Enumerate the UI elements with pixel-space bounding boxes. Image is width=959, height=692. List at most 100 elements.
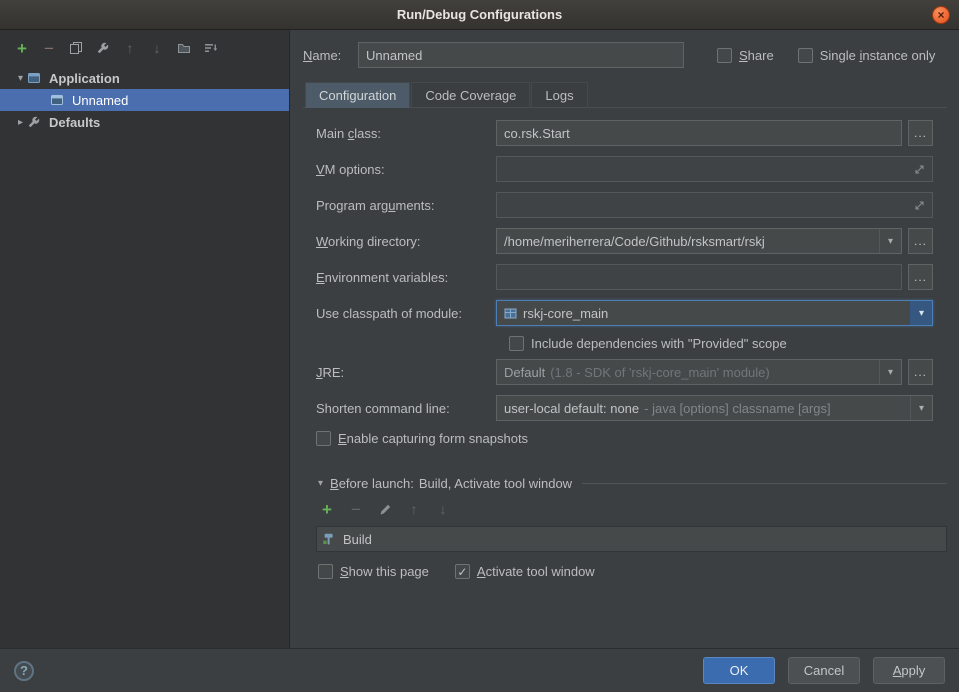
ellipsis-icon: ...: [914, 270, 927, 284]
configurations-toolbar: + − ↑ ↓: [0, 30, 289, 64]
single-instance-checkbox[interactable]: Single instance only: [798, 48, 936, 63]
application-icon: [27, 71, 43, 85]
copy-icon: [69, 41, 83, 55]
name-input[interactable]: Unnamed: [358, 42, 684, 68]
main-class-label: Main class:: [316, 126, 496, 141]
sort-configurations-button[interactable]: [202, 39, 220, 57]
application-icon: [50, 93, 66, 107]
dropdown-arrow-icon[interactable]: ▾: [910, 301, 932, 325]
main-class-input[interactable]: co.rsk.Start: [496, 120, 902, 146]
task-item-build[interactable]: Build: [317, 527, 946, 551]
before-launch-title: Before launch:: [330, 476, 414, 491]
environment-variables-input[interactable]: [496, 264, 902, 290]
separator-line: [582, 483, 947, 484]
dropdown-arrow-icon[interactable]: ▾: [879, 229, 901, 253]
move-down-button[interactable]: ↓: [148, 39, 166, 57]
main-class-browse-button[interactable]: ...: [908, 120, 933, 146]
program-arguments-label: Program arguments:: [316, 198, 496, 213]
expand-arrow-icon[interactable]: ▾: [14, 73, 27, 84]
move-task-down-button[interactable]: ↓: [434, 500, 452, 518]
show-this-page-checkbox[interactable]: Show this page: [318, 564, 429, 579]
arrow-down-icon: ↓: [440, 502, 447, 516]
jre-combo[interactable]: Default (1.8 - SDK of 'rskj-core_main' m…: [496, 359, 902, 385]
before-launch-toolbar: + − ↑ ↓: [318, 500, 947, 518]
jre-label: JRE:: [316, 365, 496, 380]
create-folder-button[interactable]: [175, 39, 193, 57]
pencil-icon: [379, 503, 392, 516]
tab-logs[interactable]: Logs: [531, 82, 587, 108]
working-directory-combo[interactable]: /home/meriherrera/Code/Github/rsksmart/r…: [496, 228, 902, 254]
edit-templates-button[interactable]: [94, 39, 112, 57]
ok-button[interactable]: OK: [703, 657, 775, 684]
tree-item-label: Unnamed: [72, 93, 128, 108]
edit-task-button[interactable]: [376, 500, 394, 518]
checkbox-box: ✓: [455, 564, 470, 579]
checkbox-label: Single instance only: [820, 48, 936, 63]
sort-icon: [204, 41, 218, 55]
arrow-up-icon: ↑: [127, 41, 134, 55]
apply-button[interactable]: Apply: [873, 657, 945, 684]
ellipsis-icon: ...: [914, 234, 927, 248]
expand-field-icon[interactable]: [914, 164, 925, 175]
folder-icon: [177, 41, 191, 55]
cancel-button[interactable]: Cancel: [788, 657, 860, 684]
dropdown-arrow-icon[interactable]: ▾: [910, 396, 932, 420]
environment-variables-browse-button[interactable]: ...: [908, 264, 933, 290]
vm-options-label: VM options:: [316, 162, 496, 177]
checkbox-label: Share: [739, 48, 774, 63]
move-task-up-button[interactable]: ↑: [405, 500, 423, 518]
remove-icon: −: [44, 40, 54, 57]
question-mark-icon: ?: [20, 663, 28, 678]
tree-item-label: Application: [49, 71, 120, 86]
build-icon: [322, 532, 336, 546]
checkbox-label: Enable capturing form snapshots: [338, 431, 528, 446]
capture-snapshots-checkbox[interactable]: Enable capturing form snapshots: [316, 431, 933, 446]
tree-item-defaults[interactable]: ▸ Defaults: [0, 111, 289, 133]
close-button[interactable]: ×: [932, 6, 950, 24]
use-classpath-label: Use classpath of module:: [316, 306, 496, 321]
use-classpath-combo[interactable]: rskj-core_main ▾: [496, 300, 933, 326]
arrow-up-icon: ↑: [411, 502, 418, 516]
add-configuration-button[interactable]: +: [13, 39, 31, 57]
arrow-down-icon: ↓: [154, 41, 161, 55]
program-arguments-input[interactable]: [496, 192, 933, 218]
remove-icon: −: [351, 501, 361, 518]
collapsed-arrow-icon[interactable]: ▸: [14, 117, 27, 128]
activate-tool-window-checkbox[interactable]: ✓ Activate tool window: [455, 564, 595, 579]
sidebar: + − ↑ ↓ ▾ Application: [0, 30, 290, 648]
dropdown-arrow-icon[interactable]: ▾: [879, 360, 901, 384]
working-directory-browse-button[interactable]: ...: [908, 228, 933, 254]
add-task-button[interactable]: +: [318, 500, 336, 518]
tab-bar: Configuration Code Coverage Logs: [303, 82, 947, 108]
add-icon: +: [322, 501, 332, 518]
remove-configuration-button[interactable]: −: [40, 39, 58, 57]
copy-configuration-button[interactable]: [67, 39, 85, 57]
titlebar[interactable]: Run/Debug Configurations ×: [0, 0, 959, 30]
shorten-command-line-row: Shorten command line: user-local default…: [316, 395, 933, 421]
tree-item-application[interactable]: ▾ Application: [0, 67, 289, 89]
shorten-command-line-combo[interactable]: user-local default: none - java [options…: [496, 395, 933, 421]
run-debug-configurations-dialog: Run/Debug Configurations × + − ↑ ↓: [0, 0, 959, 692]
checkbox-box: [798, 48, 813, 63]
expand-field-icon[interactable]: [914, 200, 925, 211]
vm-options-input[interactable]: [496, 156, 933, 182]
checkbox-box: [717, 48, 732, 63]
jre-row: JRE: Default (1.8 - SDK of 'rskj-core_ma…: [316, 359, 933, 385]
defaults-wrench-icon: [27, 115, 43, 129]
add-icon: +: [17, 40, 27, 57]
remove-task-button[interactable]: −: [347, 500, 365, 518]
before-launch-header[interactable]: ▾ Before launch: Build, Activate tool wi…: [318, 476, 947, 491]
jre-browse-button[interactable]: ...: [908, 359, 933, 385]
move-up-button[interactable]: ↑: [121, 39, 139, 57]
shorten-command-line-label: Shorten command line:: [316, 401, 496, 416]
ellipsis-icon: ...: [914, 126, 927, 140]
tree-item-unnamed[interactable]: Unnamed: [0, 89, 289, 111]
collapse-arrow-icon[interactable]: ▾: [318, 478, 323, 489]
include-provided-checkbox[interactable]: Include dependencies with "Provided" sco…: [509, 336, 933, 351]
tab-configuration[interactable]: Configuration: [305, 82, 410, 108]
tab-code-coverage[interactable]: Code Coverage: [411, 82, 530, 108]
configurations-tree: ▾ Application Unnamed ▸ Defaults: [0, 64, 289, 133]
share-checkbox[interactable]: Share: [717, 48, 774, 63]
help-button[interactable]: ?: [14, 661, 34, 681]
tree-item-label: Defaults: [49, 115, 100, 130]
